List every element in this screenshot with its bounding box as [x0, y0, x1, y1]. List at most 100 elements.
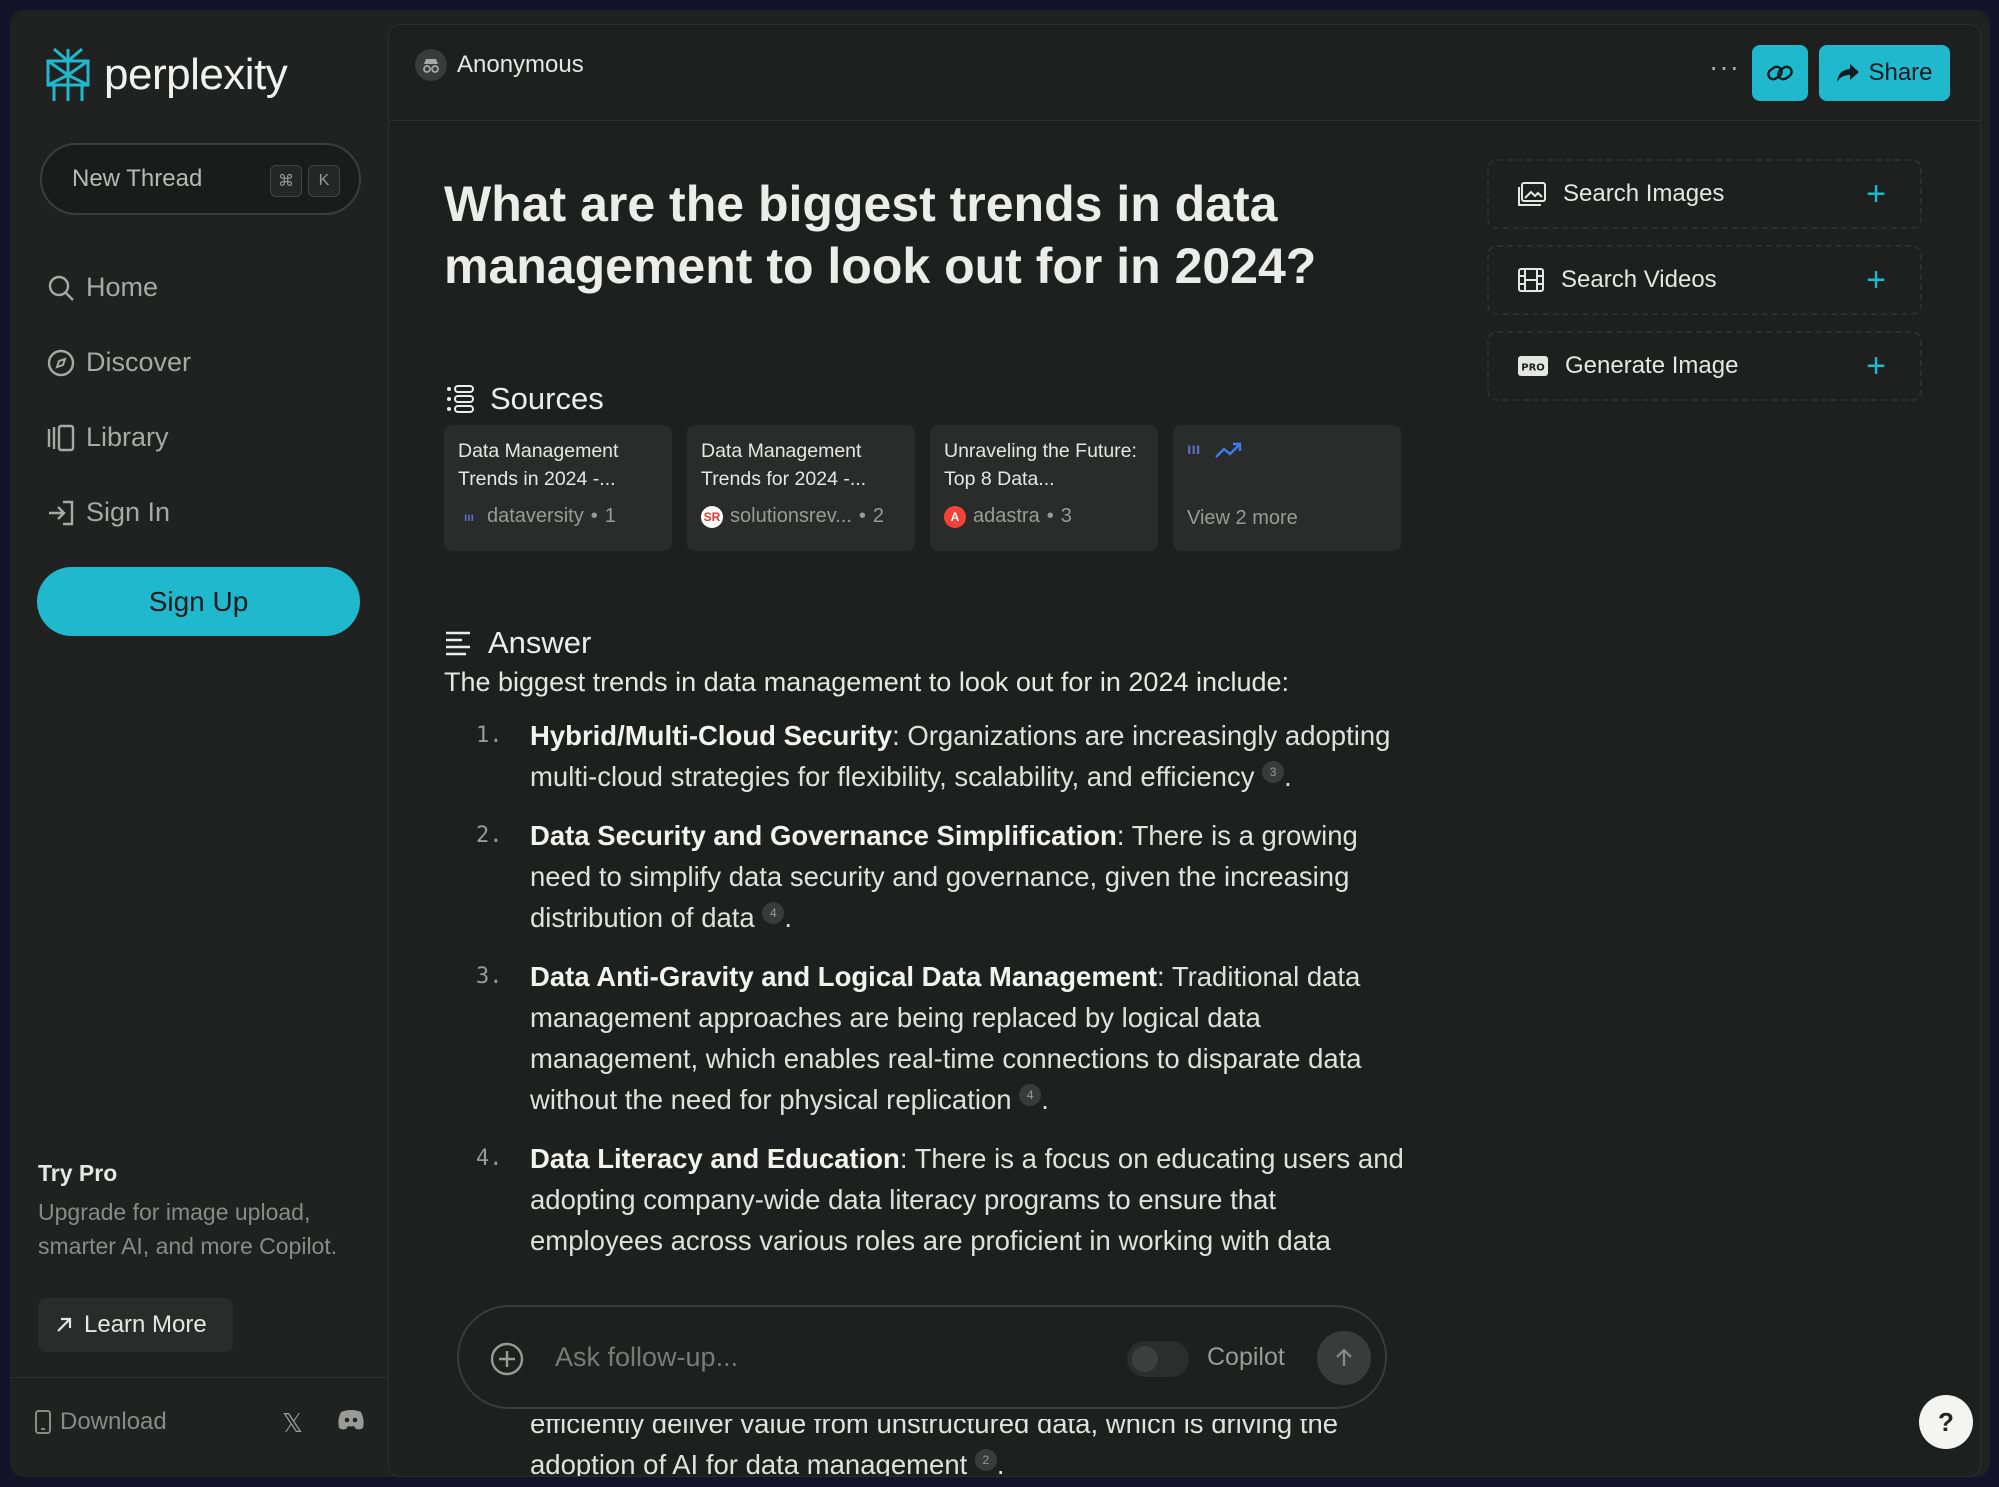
source-title: Unraveling the Future: Top 8 Data...	[944, 440, 1137, 490]
try-pro-title: Try Pro	[38, 1160, 118, 1186]
citation-badge[interactable]: 4	[1019, 1084, 1042, 1107]
search-videos-card[interactable]: Search Videos +	[1487, 245, 1922, 315]
dataversity-favicon-icon: ııı	[463, 509, 474, 524]
attach-plus-icon[interactable]	[489, 1341, 525, 1377]
view-more-label: View 2 more	[1187, 507, 1298, 529]
source-title: Data Management Trends in 2024 -...	[458, 440, 619, 490]
sidebar-item-label: Library	[86, 422, 169, 452]
list-number: 2.	[476, 823, 503, 848]
source-site: solutionsrev...	[730, 505, 852, 527]
add-plus-icon[interactable]: +	[1866, 175, 1886, 214]
source-site: dataversity	[487, 505, 584, 527]
compass-icon	[47, 349, 75, 376]
answer-heading: Answer	[444, 625, 591, 661]
download-link[interactable]: Download	[34, 1408, 167, 1436]
sidebar: perplexity New Thread ⌘ K Home Discover …	[10, 10, 388, 1477]
citation-badge[interactable]: 4	[762, 902, 785, 925]
search-icon	[48, 275, 74, 301]
source-card[interactable]: Unraveling the Future: Top 8 Data... A a…	[930, 425, 1158, 551]
sidebar-item-library[interactable]: Library	[46, 422, 169, 453]
learn-more-button[interactable]: Learn More	[38, 1298, 233, 1352]
list-item: 4. Data Literacy and Education: There is…	[444, 1138, 1404, 1261]
search-images-label: Search Images	[1563, 180, 1725, 207]
view-more-sources-card[interactable]: ııı View 2 more	[1173, 425, 1401, 551]
solutionsreview-favicon-icon: SR	[701, 505, 723, 528]
download-label: Download	[60, 1408, 167, 1435]
source-card[interactable]: Data Management Trends in 2024 -... ııı …	[444, 425, 672, 551]
phone-icon	[35, 1410, 51, 1434]
add-plus-icon[interactable]: +	[1866, 347, 1886, 386]
source-separator: •	[858, 505, 866, 527]
try-pro-description: Upgrade for image upload, smarter AI, an…	[38, 1199, 338, 1259]
list-item: 2. Data Security and Governance Simplifi…	[444, 815, 1404, 938]
list-number: 1.	[476, 723, 503, 748]
sign-up-button[interactable]: Sign Up	[37, 567, 360, 636]
source-separator: •	[590, 505, 598, 527]
source-card[interactable]: Data Management Trends for 2024 -... SR …	[687, 425, 915, 551]
perplexity-logo-icon	[46, 47, 90, 101]
source-meta: A adastra • 3	[944, 505, 1144, 528]
link-icon	[1767, 65, 1793, 81]
share-button[interactable]: Share	[1819, 45, 1950, 101]
sources-heading-label: Sources	[490, 381, 604, 416]
x-twitter-icon[interactable]: 𝕏	[282, 1408, 303, 1439]
answer-list: 1. Hybrid/Multi-Cloud Security: Organiza…	[444, 715, 1404, 1295]
shortcut-cmd-key: ⌘	[270, 165, 302, 197]
share-arrow-icon	[1837, 64, 1860, 82]
item-text: efficiently deliver value from unstructu…	[530, 1408, 1339, 1477]
sidebar-item-home[interactable]: Home	[46, 272, 158, 303]
follow-up-bar: Ask follow-up... Copilot	[457, 1305, 1387, 1409]
discord-icon[interactable]	[336, 1408, 366, 1432]
answer-continuation: efficiently deliver value from unstructu…	[530, 1403, 1410, 1477]
answer-lines-icon	[446, 631, 470, 656]
film-icon	[1518, 268, 1544, 292]
citation-badge[interactable]: 3	[1262, 761, 1285, 784]
top-bar: Anonymous ··· Share	[389, 25, 1980, 121]
svg-text:PRO: PRO	[1521, 363, 1545, 374]
copy-link-button[interactable]	[1752, 45, 1808, 101]
submit-button[interactable]	[1317, 1331, 1371, 1385]
list-item: 1. Hybrid/Multi-Cloud Security: Organiza…	[444, 715, 1404, 797]
new-thread-label: New Thread	[72, 165, 203, 192]
more-favicons: ııı	[1187, 437, 1387, 493]
sources-heading: Sources	[444, 381, 604, 417]
copilot-toggle[interactable]	[1127, 1341, 1189, 1377]
thread-question: What are the biggest trends in data mana…	[444, 176, 1317, 294]
trend-up-icon	[1215, 442, 1242, 458]
sidebar-item-discover[interactable]: Discover	[46, 347, 191, 378]
main-panel: Anonymous ··· Share What are the biggest…	[388, 24, 1981, 1477]
user-name: Anonymous	[457, 51, 584, 78]
citation-badge[interactable]: 2	[974, 1449, 997, 1472]
learn-more-label: Learn More	[84, 1311, 207, 1338]
app-window: perplexity New Thread ⌘ K Home Discover …	[10, 10, 1990, 1477]
list-item: 3. Data Anti-Gravity and Logical Data Ma…	[444, 956, 1404, 1120]
shortcut-k-key: K	[308, 165, 340, 197]
more-options-icon[interactable]: ···	[1709, 51, 1740, 83]
copilot-label: Copilot	[1207, 1343, 1285, 1371]
sidebar-item-label: Sign In	[86, 497, 171, 527]
sidebar-footer: Download 𝕏	[10, 1377, 388, 1477]
user-indicator[interactable]: Anonymous	[415, 49, 584, 81]
sidebar-item-label: Home	[86, 272, 159, 302]
item-title: Data Security and Governance Simplificat…	[530, 820, 1117, 851]
logo[interactable]: perplexity	[42, 45, 288, 105]
sidebar-item-sign-in[interactable]: Sign In	[46, 497, 170, 528]
incognito-icon	[415, 49, 447, 81]
library-icon	[47, 424, 75, 451]
item-title: Data Literacy and Education	[530, 1143, 900, 1174]
source-meta: ııı dataversity • 1	[458, 505, 658, 528]
help-button[interactable]: ?	[1919, 1395, 1973, 1449]
follow-up-input[interactable]: Ask follow-up...	[555, 1342, 738, 1373]
new-thread-button[interactable]: New Thread ⌘ K	[40, 143, 361, 215]
pro-badge-icon: PRO	[1518, 356, 1548, 376]
brand-name: perplexity	[104, 50, 288, 99]
source-index: 3	[1060, 505, 1072, 527]
answer-heading-label: Answer	[488, 625, 592, 660]
add-plus-icon[interactable]: +	[1866, 261, 1886, 300]
generate-image-card[interactable]: PRO Generate Image +	[1487, 331, 1922, 401]
arrow-up-right-icon	[57, 1317, 72, 1332]
list-number: 3.	[476, 964, 503, 989]
item-title: Hybrid/Multi-Cloud Security	[530, 720, 893, 751]
source-index: 2	[872, 505, 885, 527]
search-images-card[interactable]: Search Images +	[1487, 159, 1922, 229]
